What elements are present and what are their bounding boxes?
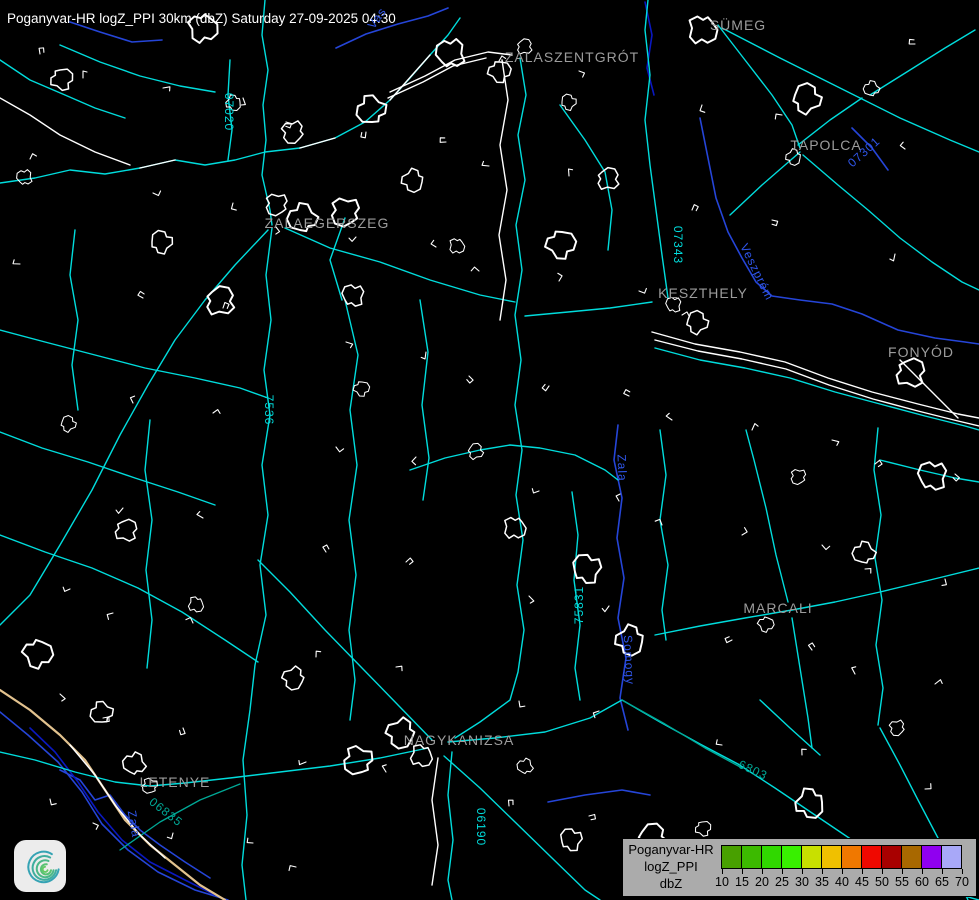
city-label-tapolca: TAPOLCA <box>790 137 861 153</box>
legend-tick-mark <box>862 869 863 874</box>
legend-tick-mark <box>902 869 903 874</box>
legend-tick-mark <box>742 869 743 874</box>
spiral-logo-icon <box>14 840 66 892</box>
city-label-letenye: LETENYE <box>140 774 211 790</box>
city-label-marcali: MARCALI <box>743 600 812 616</box>
legend-tick-value: 60 <box>912 875 932 889</box>
road-label-7536: 7536 <box>262 395 276 426</box>
legend-tick-value: 15 <box>732 875 752 889</box>
product-title: Poganyvar-HR logZ_PPI 30km (dbZ) Saturda… <box>7 11 396 26</box>
dbz-legend: Poganyvar-HR logZ_PPI dbZ 10152025303540… <box>622 838 977 897</box>
legend-tick-value: 10 <box>712 875 732 889</box>
legend-tick-labels: 10152025303540455055606570 <box>712 875 972 889</box>
main-roads <box>0 0 979 900</box>
legend-color-cell <box>921 845 942 869</box>
legend-unit: dbZ <box>660 876 682 893</box>
road-label-75831: 75831 <box>572 586 586 624</box>
legend-tick-mark <box>722 869 723 874</box>
city-label-fonyod: FONYÓD <box>888 344 954 360</box>
legend-product-name: logZ_PPI <box>644 859 697 876</box>
railways-and-shore <box>0 52 979 885</box>
legend-color-scale: 10152025303540455055606570 <box>719 839 976 896</box>
county-label-zala: Zala <box>615 454 630 482</box>
legend-color-cell <box>861 845 882 869</box>
legend-color-cell <box>741 845 762 869</box>
legend-tick-mark <box>802 869 803 874</box>
radar-viewer: Poganyvar-HR logZ_PPI 30km (dbZ) Saturda… <box>0 0 979 900</box>
city-label-sumeg: SÜMEG <box>710 17 766 33</box>
legend-tick-value: 65 <box>932 875 952 889</box>
legend-tick-mark <box>942 869 943 874</box>
legend-tick-mark <box>782 869 783 874</box>
radar-map <box>0 0 979 900</box>
legend-radar-name: Poganyvar-HR <box>628 842 713 859</box>
legend-color-cell <box>721 845 742 869</box>
legend-tick-value: 50 <box>872 875 892 889</box>
road-label-06190: 06190 <box>474 808 488 846</box>
road-label-07020: 07020 <box>222 93 236 131</box>
legend-tick-value: 25 <box>772 875 792 889</box>
legend-tick-mark <box>762 869 763 874</box>
legend-tick-value: 35 <box>812 875 832 889</box>
legend-tick-mark <box>962 869 963 874</box>
legend-tick-mark <box>842 869 843 874</box>
legend-tick-value: 45 <box>852 875 872 889</box>
city-label-keszthely: KESZTHELY <box>658 285 748 301</box>
legend-product-info: Poganyvar-HR logZ_PPI dbZ <box>623 839 719 896</box>
legend-tick-mark <box>822 869 823 874</box>
legend-tick-value: 70 <box>952 875 972 889</box>
road-label-07343: 07343 <box>671 226 685 264</box>
legend-color-cell <box>801 845 822 869</box>
legend-tick-mark <box>922 869 923 874</box>
secondary-roads <box>120 700 742 850</box>
legend-colorbar <box>722 845 962 869</box>
legend-tick-value: 55 <box>892 875 912 889</box>
city-label-zalaegerszeg: ZALAEGERSZEG <box>265 215 390 231</box>
legend-color-cell <box>941 845 962 869</box>
city-label-nagykanizsa: NAGYKANIZSA <box>404 732 515 748</box>
legend-color-cell <box>881 845 902 869</box>
legend-color-cell <box>821 845 842 869</box>
legend-tick-mark <box>882 869 883 874</box>
county-label-somogy: Somogy <box>621 635 638 686</box>
legend-color-cell <box>901 845 922 869</box>
legend-color-cell <box>841 845 862 869</box>
legend-tick-value: 40 <box>832 875 852 889</box>
city-label-zalaszentgrot: ZALASZENTGRÓT <box>505 49 639 65</box>
legend-color-cell <box>781 845 802 869</box>
legend-color-cell <box>761 845 782 869</box>
legend-tick-value: 20 <box>752 875 772 889</box>
legend-tick-value: 30 <box>792 875 812 889</box>
